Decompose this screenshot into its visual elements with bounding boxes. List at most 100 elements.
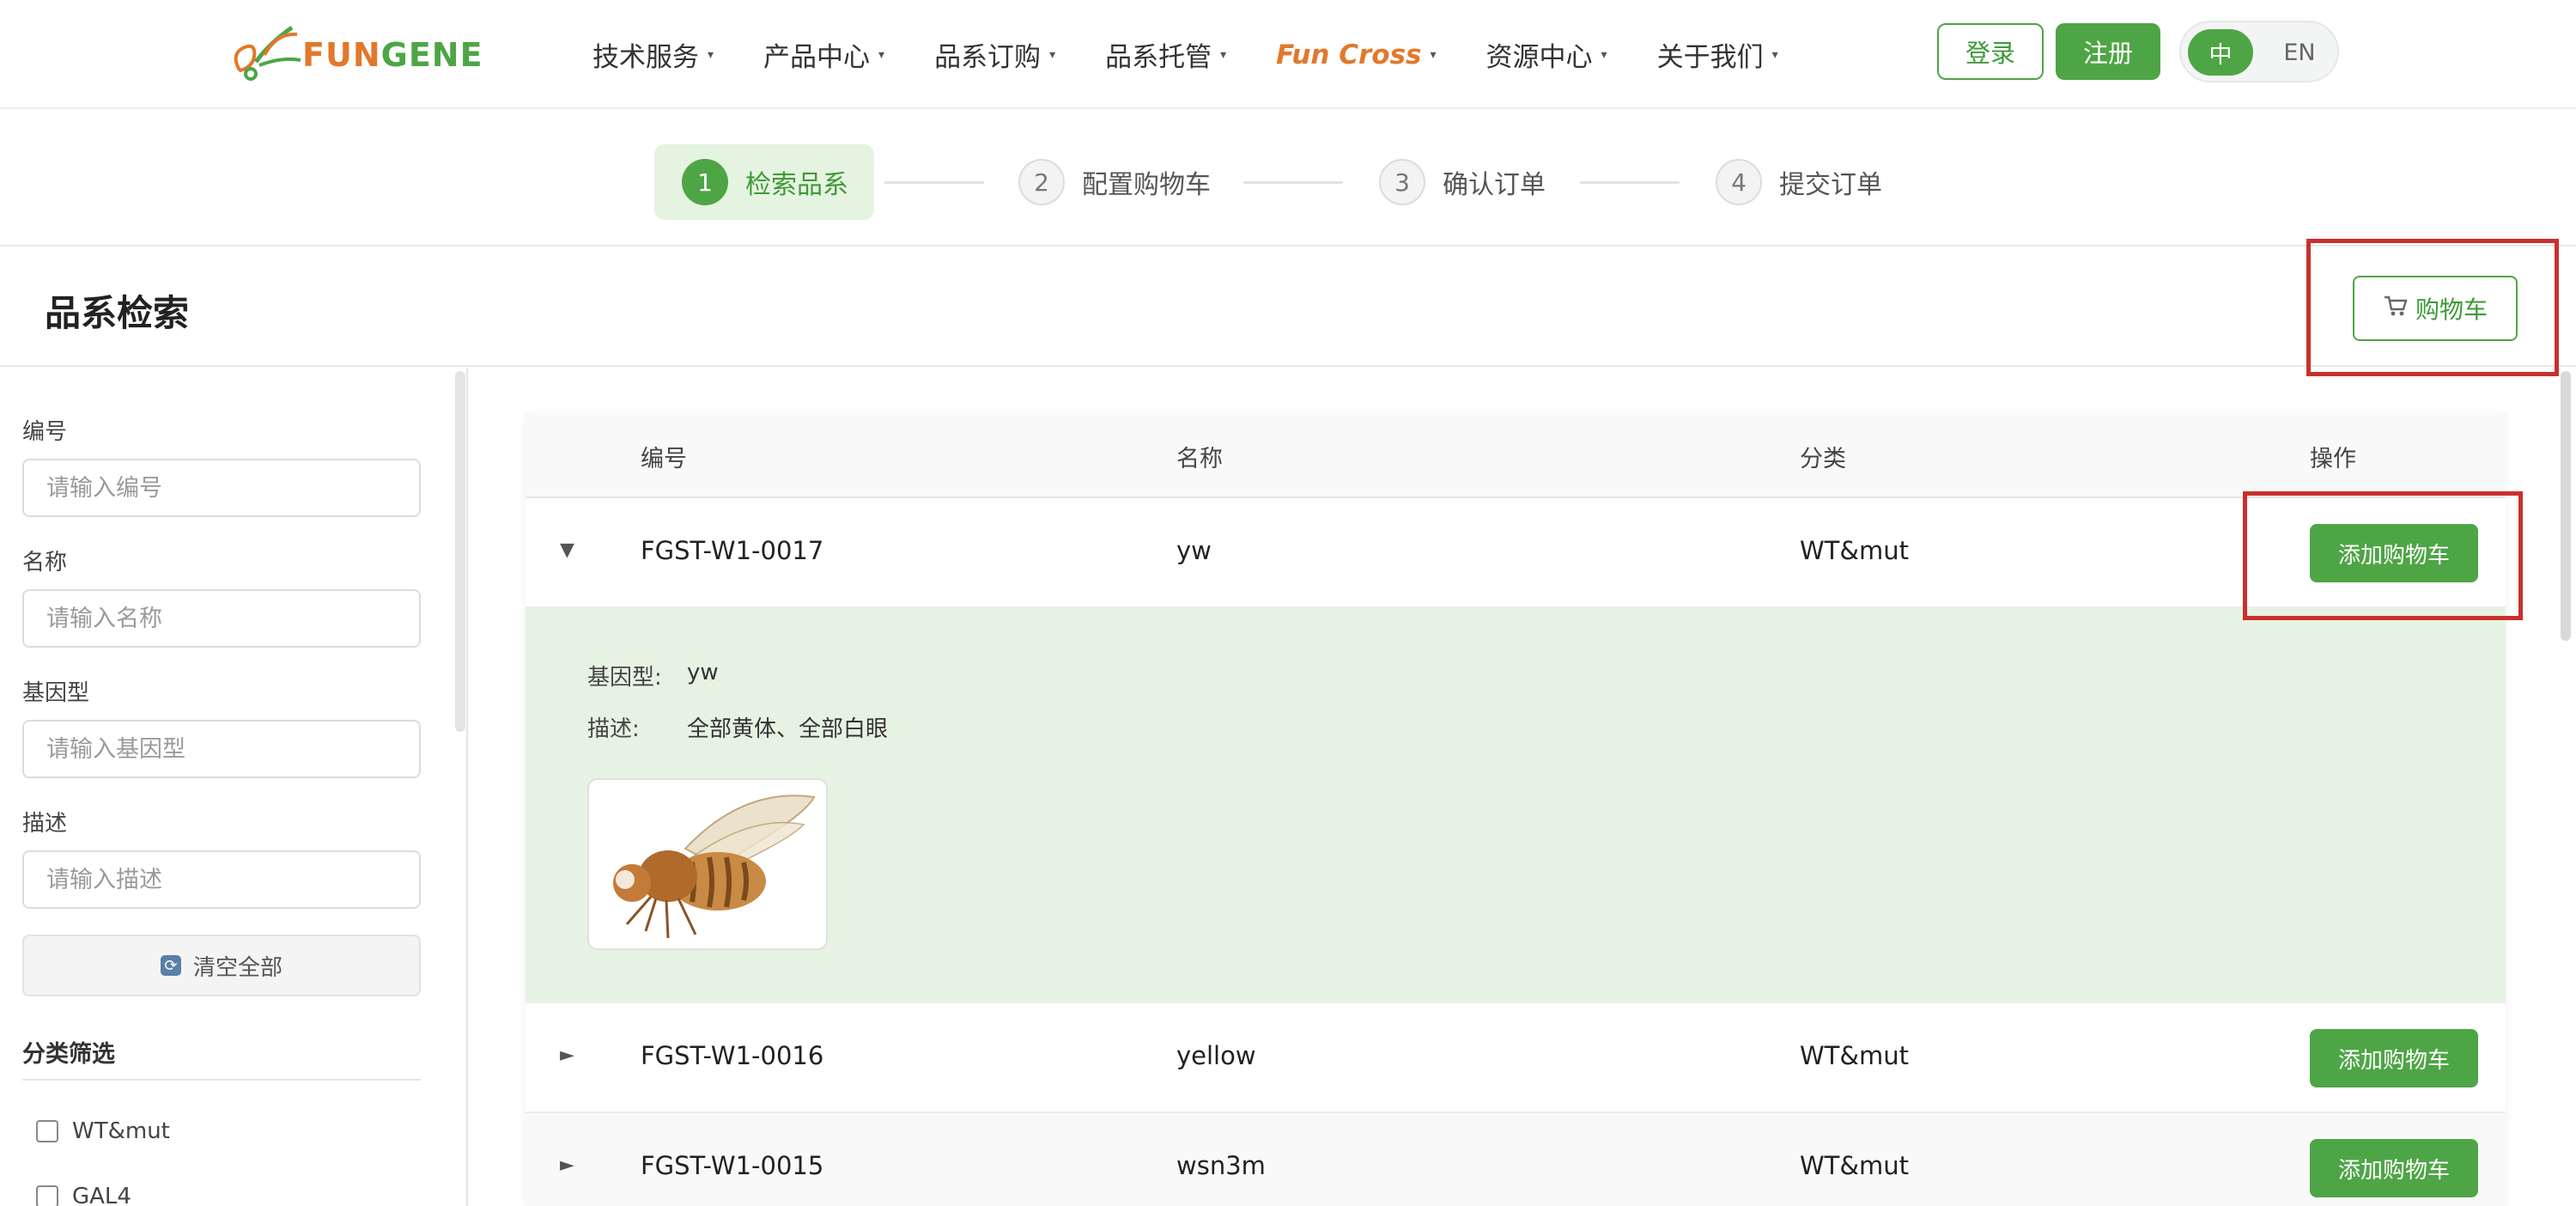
lang-zh-option[interactable]: 中 [2188, 29, 2253, 76]
caret-down-icon: ▾ [708, 47, 714, 62]
nav-tech-service[interactable]: 技术服务 ▾ [592, 35, 714, 74]
fungene-logo[interactable]: FUNGENE [222, 17, 483, 89]
row-detail-panel: 基因型: yw 描述: 全部黄体、全部白眼 [526, 608, 2506, 1003]
filter-gal4[interactable]: GAL4 [36, 1184, 131, 1206]
column-header-action: 操作 [2310, 446, 2356, 472]
step-connector [884, 181, 984, 184]
step-number: 2 [1018, 159, 1065, 205]
nav-fun-cross[interactable]: Fun Cross ▾ [1276, 40, 1436, 70]
nav-strain-hosting[interactable]: 品系托管 ▾ [1105, 35, 1226, 74]
logo-text-fun: FUN [302, 36, 381, 74]
add-to-cart-highlight-box [2243, 491, 2523, 620]
nav-label: 资源中心 [1485, 42, 1593, 73]
category-filter-title: 分类筛选 [22, 1041, 115, 1068]
step-label: 确认订单 [1443, 170, 1546, 200]
fly-photo[interactable] [587, 778, 828, 950]
nav-label: 品系托管 [1105, 42, 1212, 73]
checkbox[interactable] [36, 1120, 58, 1142]
collapse-arrow-icon[interactable]: ▼ [560, 539, 574, 561]
refresh-icon: ⟳ [160, 955, 181, 976]
filter-label: WT&mut [72, 1118, 170, 1144]
caret-down-icon: ▾ [878, 47, 885, 62]
clear-all-button[interactable]: ⟳ 清空全部 [22, 935, 421, 996]
main-nav: 技术服务 ▾ 产品中心 ▾ 品系订购 ▾ 品系托管 ▾ Fun Cross ▾ 资源中心 ▾… [592, 0, 1828, 109]
row-category: WT&mut [1800, 536, 1910, 565]
step-label: 配置购物车 [1082, 170, 1211, 200]
column-header-name: 名称 [1176, 446, 1223, 472]
order-steps: 1 检索品系 2 配置购物车 3 确认订单 4 提交订单 [0, 109, 2576, 247]
table-row[interactable]: ► FGST-W1-0016 yellow WT&mut 添加购物车 [526, 1003, 2506, 1113]
step-connector [1580, 181, 1680, 184]
step-submit-order[interactable]: 4 提交订单 [1716, 144, 1882, 220]
row-id: FGST-W1-0015 [641, 1151, 824, 1180]
filter-label: GAL4 [72, 1184, 131, 1206]
row-name: yw [1176, 536, 1212, 565]
caret-down-icon: ▾ [1430, 47, 1437, 62]
row-name: yellow [1176, 1041, 1256, 1070]
checkbox[interactable] [36, 1185, 58, 1206]
table-row[interactable]: ▼ FGST-W1-0017 yw WT&mut 添加购物车 [526, 498, 2506, 608]
nav-label: 产品中心 [763, 42, 871, 73]
genotype-label: 基因型: [587, 665, 662, 691]
name-field-label: 名称 [22, 550, 68, 576]
logo-text: FUNGENE [302, 36, 483, 74]
logo-text-gene: GENE [380, 36, 483, 74]
title-bar: 品系检索 购物车 [0, 247, 2576, 367]
top-header: FUNGENE 技术服务 ▾ 产品中心 ▾ 品系订购 ▾ 品系托管 ▾ Fun Cros… [0, 0, 2576, 109]
caret-down-icon: ▾ [1049, 47, 1056, 62]
column-header-category: 分类 [1800, 446, 1846, 472]
nav-about-us[interactable]: 关于我们 ▾ [1657, 35, 1778, 74]
main-scrollbar[interactable] [2561, 371, 2571, 641]
genotype-input[interactable] [22, 720, 421, 778]
row-name: wsn3m [1176, 1151, 1266, 1180]
row-category: WT&mut [1800, 1151, 1910, 1180]
register-button[interactable]: 注册 [2056, 23, 2160, 80]
step-configure-cart[interactable]: 2 配置购物车 [1018, 144, 1211, 220]
fly-logo-icon [234, 25, 301, 81]
step-label: 检索品系 [745, 170, 848, 200]
caret-down-icon: ▾ [1771, 47, 1778, 62]
expand-arrow-icon[interactable]: ► [560, 1045, 574, 1066]
id-field-label: 编号 [22, 419, 68, 445]
language-toggle: 中 EN [2179, 21, 2339, 82]
caret-down-icon: ▾ [1220, 47, 1227, 62]
sidebar-scrollbar[interactable] [455, 371, 465, 732]
genotype-value: yw [687, 660, 719, 685]
genotype-field-label: 基因型 [22, 680, 90, 706]
page-title: 品系检索 [45, 292, 190, 334]
nav-resource-center[interactable]: 资源中心 ▾ [1486, 35, 1607, 74]
nav-label: Fun Cross [1276, 39, 1422, 70]
strain-table: 编号 名称 分类 操作 ▼ FGST-W1-0017 yw WT&mut 添加购… [526, 412, 2506, 1206]
step-search-strain[interactable]: 1 检索品系 [654, 144, 874, 220]
filter-wt-mut[interactable]: WT&mut [36, 1118, 170, 1144]
step-confirm-order[interactable]: 3 确认订单 [1379, 144, 1546, 220]
description-label: 描述: [587, 716, 640, 742]
expand-arrow-icon[interactable]: ► [560, 1154, 574, 1176]
row-category: WT&mut [1800, 1041, 1910, 1070]
step-number: 3 [1379, 159, 1425, 205]
nav-label: 技术服务 [592, 42, 699, 73]
name-input[interactable] [22, 589, 421, 648]
add-to-cart-button[interactable]: 添加购物车 [2310, 1029, 2478, 1087]
divider [22, 1079, 421, 1081]
login-button[interactable]: 登录 [1937, 23, 2044, 80]
nav-product-center[interactable]: 产品中心 ▾ [763, 35, 884, 74]
nav-label: 品系订购 [934, 42, 1042, 73]
caret-down-icon: ▾ [1601, 47, 1607, 62]
lang-en-option[interactable]: EN [2274, 29, 2325, 76]
add-to-cart-button[interactable]: 添加购物车 [2310, 1139, 2478, 1197]
clear-all-label: 清空全部 [192, 954, 283, 981]
column-header-id: 编号 [641, 446, 687, 472]
step-connector [1243, 181, 1343, 184]
cart-highlight-box [2306, 239, 2559, 376]
description-input[interactable] [22, 850, 421, 909]
nav-strain-order[interactable]: 品系订购 ▾ [934, 35, 1055, 74]
id-input[interactable] [22, 459, 421, 517]
step-number: 4 [1716, 159, 1762, 205]
step-label: 提交订单 [1779, 170, 1882, 200]
description-field-label: 描述 [22, 811, 68, 837]
table-row[interactable]: ► FGST-W1-0015 wsn3m WT&mut 添加购物车 [526, 1113, 2506, 1206]
nav-label: 关于我们 [1656, 42, 1764, 73]
row-id: FGST-W1-0016 [641, 1041, 824, 1070]
table-header: 编号 名称 分类 操作 [526, 412, 2506, 498]
